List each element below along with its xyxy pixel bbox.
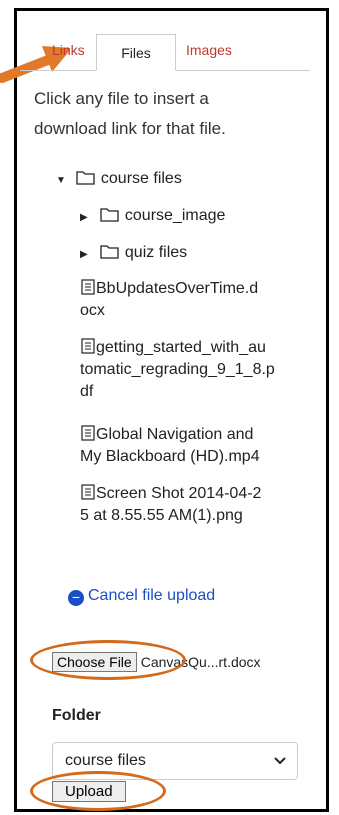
tree-file-getting-started[interactable]: getting_started_with_au tomatic_regradin… <box>80 337 305 403</box>
file-name-line: My Blackboard (HD).mp4 <box>80 448 260 465</box>
folder-select-value: course files <box>65 752 146 769</box>
file-name-line: ocx <box>80 302 105 319</box>
tab-images[interactable]: Images <box>186 42 232 58</box>
caret-right-icon: ▶ <box>80 249 88 260</box>
tree-folder-course-image[interactable]: ▶ course_image <box>80 205 225 229</box>
tab-links[interactable]: Links <box>52 42 85 58</box>
folder-icon <box>100 245 120 259</box>
file-name-line: Global Navigation and <box>96 426 254 443</box>
file-name-line: 5 at 8.55.55 AM(1).png <box>80 507 243 524</box>
folder-label: Folder <box>52 707 101 724</box>
tree-file-global-navigation[interactable]: Global Navigation and My Blackboard (HD)… <box>80 424 260 468</box>
tree-label: course_image <box>124 207 226 224</box>
annotation-oval <box>30 640 186 680</box>
file-name-line: Screen Shot 2014-04-2 <box>96 485 262 502</box>
caret-down-icon: ▼ <box>56 175 66 186</box>
tab-files[interactable]: Files <box>96 34 176 71</box>
cancel-upload-label: Cancel file upload <box>88 587 216 604</box>
file-name-line: BbUpdatesOverTime.d <box>96 280 259 297</box>
file-name-line: getting_started_with_au <box>96 339 266 356</box>
cancel-upload-link[interactable]: − Cancel file upload <box>68 587 215 606</box>
instructions-text: Click any file to insert a download link… <box>34 89 226 138</box>
file-name-line: tomatic_regrading_9_1_8.p <box>80 361 275 378</box>
tab-bar: Links Files Images <box>20 32 310 72</box>
tree-folder-quiz-files[interactable]: ▶ quiz files <box>80 242 187 266</box>
document-icon <box>81 338 95 354</box>
tree-label: quiz files <box>124 244 188 261</box>
document-icon <box>81 425 95 441</box>
tree-file-screen-shot[interactable]: Screen Shot 2014-04-2 5 at 8.55.55 AM(1)… <box>80 483 261 527</box>
folder-icon <box>76 171 96 185</box>
minus-circle-icon: − <box>68 590 84 606</box>
tree-file-bbupdates[interactable]: BbUpdatesOverTime.d ocx <box>80 278 258 322</box>
caret-right-icon: ▶ <box>80 212 88 223</box>
tree-label: course files <box>100 170 182 187</box>
file-name-line: df <box>80 383 94 400</box>
folder-icon <box>100 208 120 222</box>
chevron-down-icon <box>273 743 287 792</box>
document-icon <box>81 279 95 295</box>
document-icon <box>81 484 95 500</box>
tree-folder-course-files[interactable]: ▼ course files <box>56 168 182 192</box>
annotation-oval <box>30 771 166 811</box>
